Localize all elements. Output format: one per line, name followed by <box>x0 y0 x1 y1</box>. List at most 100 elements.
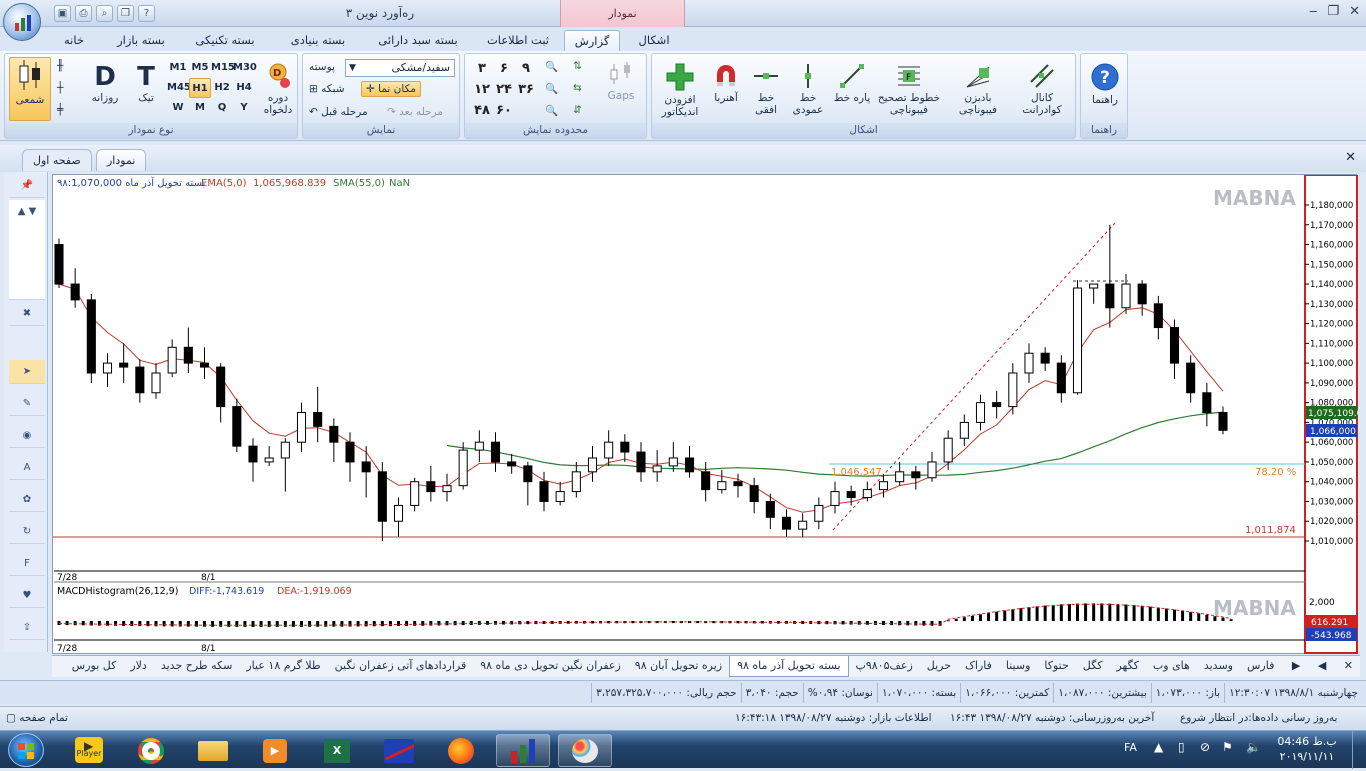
sheet-nav-next-icon[interactable]: ▶ <box>1285 656 1307 677</box>
sheet-tab[interactable]: سکه طرح جدید <box>154 656 240 677</box>
period-h2[interactable]: H2 <box>211 78 233 98</box>
horizontal-line-button[interactable]: خط افقی <box>746 62 786 116</box>
tool-pen-icon[interactable]: ✎ <box>9 392 45 416</box>
quadrant-channel-button[interactable]: کانال کوادرانت <box>1012 62 1072 116</box>
sheet-tab[interactable]: کگل <box>1076 656 1110 677</box>
network-icon[interactable]: ⊘ <box>1200 740 1210 754</box>
tab-technical[interactable]: بسته تکنیکی <box>185 30 265 51</box>
show-desktop-button[interactable] <box>1352 731 1366 769</box>
period-y[interactable]: Y <box>233 98 255 118</box>
tool-shape-icon[interactable]: ✿ <box>9 488 45 512</box>
period-m30[interactable]: M30 <box>233 58 257 78</box>
tool-refresh-icon[interactable]: ↻ <box>9 520 45 544</box>
close-icon[interactable]: ✕ <box>1349 4 1360 19</box>
sheet-nav-close-icon[interactable]: ✕ <box>1337 656 1360 677</box>
period-m5[interactable]: M5 <box>189 58 211 78</box>
range-12[interactable]: ۱۲ <box>471 79 493 100</box>
zoom-in-icon[interactable]: 🔍 <box>545 60 558 73</box>
taskbar-player[interactable]: ▶ Player <box>62 734 116 767</box>
sheet-tab[interactable]: حریل <box>920 656 958 677</box>
sheet-tab[interactable]: کل بورس <box>65 656 124 677</box>
help-icon[interactable]: ? <box>138 5 155 22</box>
zoom-reset-icon[interactable]: 🔍 <box>545 104 558 117</box>
range-48[interactable]: ۴۸ <box>471 100 493 121</box>
tab-fundamental[interactable]: بسته بنیادی <box>278 30 358 51</box>
clock[interactable]: 04:46 ب.ظ ۲۰۱۹/۱۱/۱۱ <box>1272 734 1342 764</box>
vertical-line-button[interactable]: خط عمودی <box>788 62 828 116</box>
range-24[interactable]: ۲۴ <box>493 79 515 100</box>
ohlc-bar-icon[interactable]: ╫ <box>57 60 63 72</box>
flag-icon[interactable]: ⚑ <box>1222 740 1233 754</box>
range-auto-icon[interactable]: ⇵ <box>573 104 582 116</box>
start-button[interactable] <box>8 733 44 767</box>
print-icon[interactable]: ⎙ <box>75 5 92 22</box>
taskbar-rahavard[interactable] <box>496 734 550 767</box>
period-m15[interactable]: M15 <box>211 58 235 78</box>
period-h1[interactable]: H1 <box>189 78 211 98</box>
period-month[interactable]: M <box>189 98 211 118</box>
chart-area[interactable]: MABNA MABNA 1,180,000 1,170,000 1,160,000 1… <box>52 174 1363 654</box>
restore-icon[interactable]: ❐ <box>1327 4 1339 19</box>
sheet-tab[interactable]: زعفران نگین تحویل دی ماه ۹۸ <box>473 656 628 677</box>
gaps-button[interactable]: Gaps <box>601 60 641 102</box>
zoom-out-icon[interactable]: 🔍 <box>545 82 558 95</box>
undo-button[interactable]: ↶ مرحله قبل <box>309 106 368 118</box>
language-indicator[interactable]: FA <box>1124 741 1137 754</box>
sheet-tab[interactable]: فاراک <box>958 656 999 677</box>
fullscreen-toggle[interactable]: ▢ تمام صفحه <box>6 712 68 724</box>
cursor-button[interactable]: ✛ مکان نما <box>361 81 422 97</box>
battery-icon[interactable]: ▯ <box>1178 740 1185 754</box>
sheet-tab[interactable]: زعف۹۸۰۵پ <box>849 656 920 677</box>
close-document-icon[interactable]: ✕ <box>1345 150 1356 165</box>
period-m45[interactable]: M45 <box>167 78 191 98</box>
pin-icon[interactable]: 📌 <box>9 174 45 198</box>
minimize-icon[interactable]: ‒ <box>1309 4 1317 19</box>
tab-home[interactable]: خانه <box>55 30 93 51</box>
range-6[interactable]: ۶ <box>493 58 515 79</box>
daily-button[interactable]: D روزانه <box>85 62 125 104</box>
sheet-tab[interactable]: زیره تحویل آبان ۹۸ <box>628 656 729 677</box>
tool-export-icon[interactable]: ⇪ <box>9 616 45 640</box>
period-m1[interactable]: M1 <box>167 58 189 78</box>
tool-heart-icon[interactable]: ♥ <box>9 584 45 608</box>
tool-fib-icon[interactable]: F <box>9 552 45 576</box>
help-button[interactable]: ? راهنما <box>1085 62 1125 106</box>
tool-text-icon[interactable]: A <box>9 456 45 480</box>
segment-button[interactable]: پاره خط <box>830 62 874 104</box>
sheet-tab[interactable]: حتوکا <box>1037 656 1075 677</box>
sheet-tab[interactable]: کگهر <box>1109 656 1145 677</box>
taskbar-explorer[interactable] <box>186 734 240 767</box>
tool-scroll-list[interactable]: ▲ ▼ <box>9 200 45 300</box>
tool-cursor-icon[interactable]: ➤ <box>9 360 45 384</box>
taskbar-firefox[interactable] <box>434 734 488 767</box>
tab-data-entry[interactable]: ثبت اطلاعات <box>478 30 558 51</box>
grid-button[interactable]: ⊞ شبکه <box>309 83 345 95</box>
fib-retracement-button[interactable]: F خطوط تصحیح فیبوناچی <box>876 62 942 116</box>
doc-tab-home[interactable]: صفحه اول <box>22 149 92 171</box>
range-all-icon[interactable]: ⇅ <box>573 60 582 72</box>
copy-icon[interactable]: ❐ <box>117 5 134 22</box>
save-icon[interactable]: ▣ <box>54 5 71 22</box>
sheet-tab[interactable]: قراردادهای آتی زعفران نگین <box>328 656 474 677</box>
tab-portfolio[interactable]: بسته سبد دارائی <box>368 30 468 51</box>
step-chart-icon[interactable]: ╪ <box>57 104 63 116</box>
skin-select[interactable]: ▼ سفید/مشکی <box>345 59 455 77</box>
doc-tab-chart[interactable]: نمودار <box>96 149 147 171</box>
period-q[interactable]: Q <box>211 98 233 118</box>
taskbar-trading[interactable] <box>372 734 426 767</box>
candle-button[interactable]: شمعی <box>9 57 51 121</box>
range-36[interactable]: ۳۶ <box>515 79 537 100</box>
custom-period-button[interactable]: D دوره دلخواه <box>259 62 297 116</box>
print-preview-icon[interactable]: ⌕ <box>96 5 113 22</box>
sheet-tab[interactable]: های وب <box>1146 656 1197 677</box>
range-9[interactable]: ۹ <box>515 58 537 79</box>
range-60[interactable]: ۶۰ <box>493 100 515 121</box>
application-menu-button[interactable] <box>3 3 41 41</box>
fib-fan-button[interactable]: بادبزن فیبوناچی <box>948 62 1008 116</box>
tool-close-icon[interactable]: ✖ <box>9 302 45 326</box>
volume-icon[interactable]: 🔈 <box>1246 740 1261 754</box>
period-h4[interactable]: H4 <box>233 78 255 98</box>
sheet-tab[interactable]: بسته تحویل آذر ماه ۹۸ <box>729 656 849 677</box>
tab-report[interactable]: گزارش <box>564 30 620 51</box>
sheet-tab[interactable]: طلا گرم ۱۸ عیار <box>239 656 327 677</box>
